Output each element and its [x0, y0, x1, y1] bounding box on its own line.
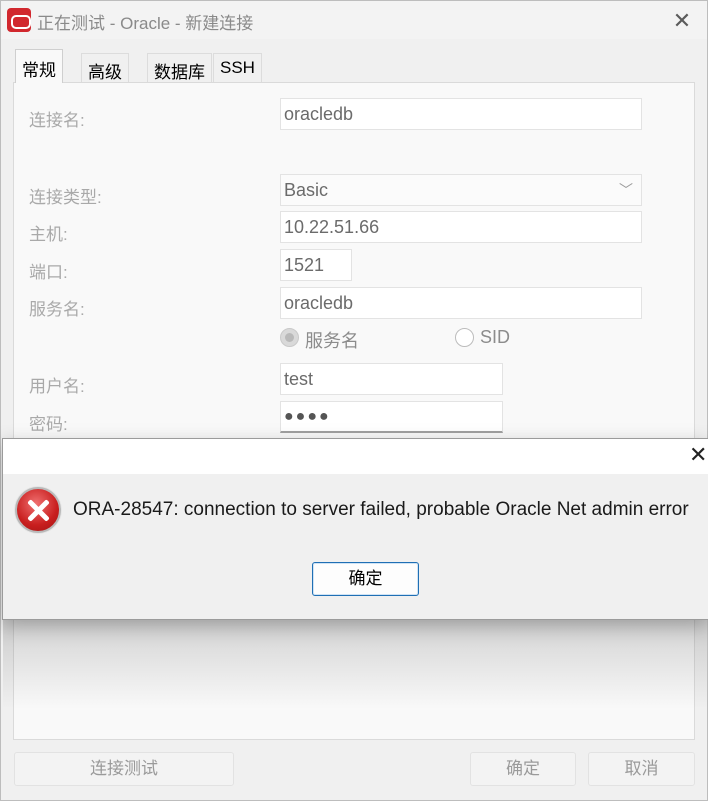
service-name-input[interactable]: oracledb	[280, 287, 642, 319]
tab-ssh[interactable]: SSH	[213, 53, 262, 83]
connection-type-label: 连接类型:	[29, 188, 102, 207]
password-input[interactable]: ●●●●	[280, 401, 503, 433]
radio-sid-label: SID	[480, 327, 511, 347]
error-dialog-titlebar: ✕	[3, 439, 708, 474]
port-input[interactable]: 1521	[280, 249, 352, 281]
radio-sid[interactable]	[455, 328, 474, 347]
error-icon	[15, 487, 61, 533]
username-label: 用户名:	[29, 377, 85, 396]
radio-service-name[interactable]	[280, 328, 299, 347]
service-name-label: 服务名:	[29, 300, 85, 319]
window-title: 正在测试 - Oracle - 新建连接	[37, 14, 254, 33]
new-connection-window: 正在测试 - Oracle - 新建连接 ✕ 常规 高级 数据库 SSH 连接名…	[0, 0, 708, 801]
title-bar: 正在测试 - Oracle - 新建连接 ✕	[1, 1, 707, 39]
port-label: 端口:	[29, 263, 68, 282]
radio-service-name-label: 服务名	[305, 331, 359, 351]
cancel-button[interactable]: 取消	[588, 752, 695, 786]
connection-name-input[interactable]: oracledb	[280, 98, 642, 130]
username-input[interactable]: test	[280, 363, 503, 395]
dialog-shadow	[3, 619, 707, 709]
dialog-ok-button[interactable]: 确定	[312, 562, 419, 596]
password-label: 密码:	[29, 415, 68, 434]
oracle-app-icon	[7, 8, 31, 32]
host-label: 主机:	[29, 225, 68, 244]
tab-database[interactable]: 数据库	[147, 53, 212, 83]
host-input[interactable]: 10.22.51.66	[280, 211, 642, 243]
connection-type-select[interactable]: Basic ﹀	[280, 174, 642, 206]
error-message: ORA-28547: connection to server failed, …	[73, 499, 689, 520]
dialog-close-icon[interactable]: ✕	[689, 442, 707, 468]
window-close-icon[interactable]: ✕	[667, 7, 697, 35]
connection-type-value: Basic	[284, 180, 329, 200]
test-connection-button[interactable]: 连接测试	[14, 752, 234, 786]
error-dialog: ✕ ORA-28547: connection to server failed…	[2, 438, 708, 620]
tab-general[interactable]: 常规	[15, 49, 63, 83]
tab-advanced[interactable]: 高级	[81, 53, 129, 83]
connection-name-label: 连接名:	[29, 111, 85, 130]
ok-button[interactable]: 确定	[470, 752, 576, 786]
chevron-down-icon: ﹀	[619, 182, 633, 198]
